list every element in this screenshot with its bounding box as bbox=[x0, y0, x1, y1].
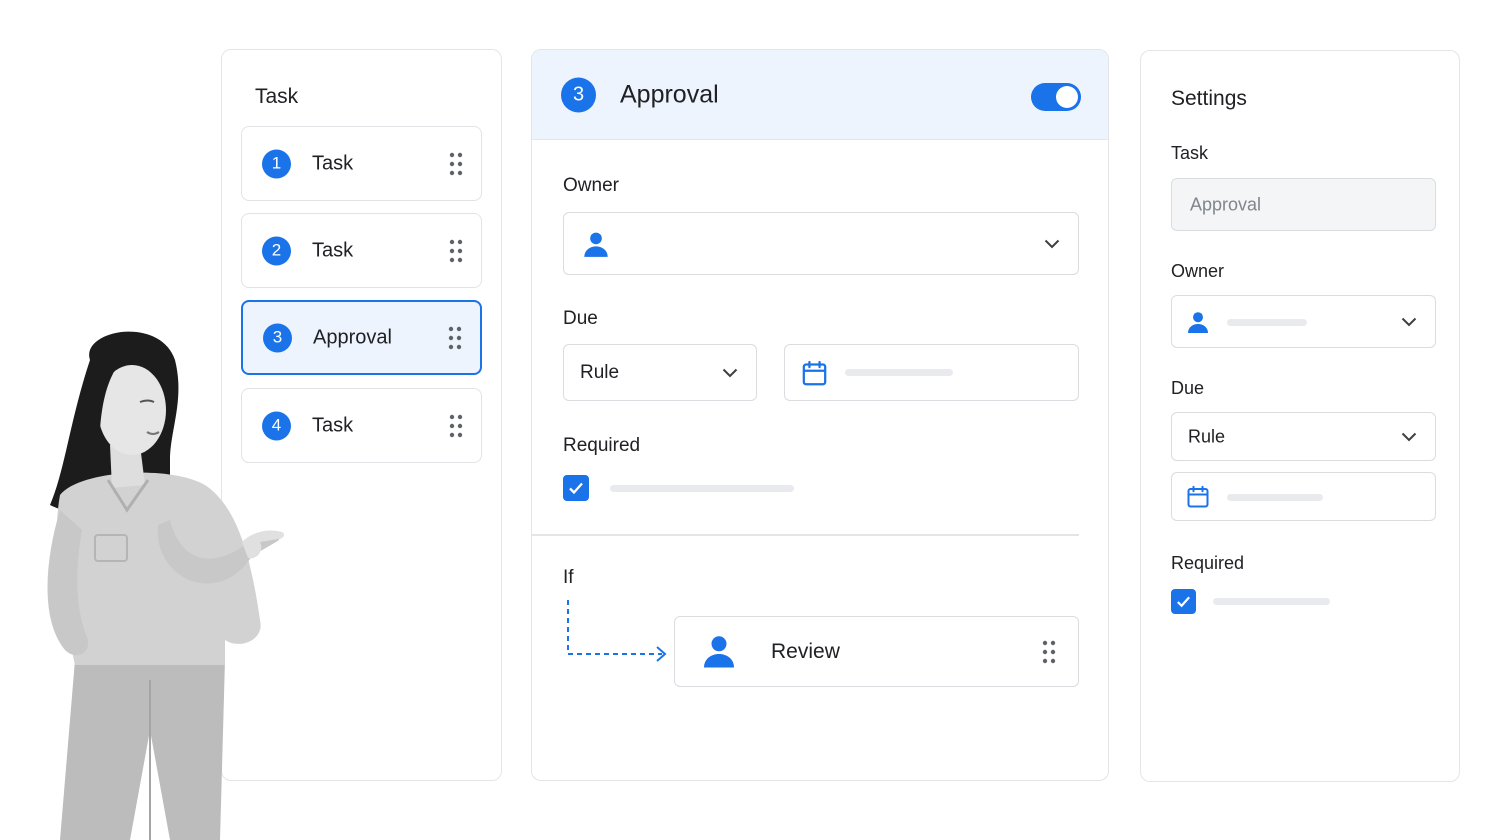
date-placeholder-bar bbox=[1227, 494, 1323, 501]
due-rule-select[interactable]: Rule bbox=[563, 344, 757, 401]
drag-handle-icon[interactable] bbox=[1042, 640, 1056, 664]
settings-title: Settings bbox=[1171, 87, 1247, 110]
task-item-label: Task bbox=[312, 152, 354, 174]
settings-required-label: Required bbox=[1171, 553, 1245, 573]
drag-handle-icon[interactable] bbox=[449, 152, 463, 176]
owner-select[interactable] bbox=[563, 212, 1079, 275]
required-placeholder-bar bbox=[610, 485, 794, 492]
settings-required-checkbox[interactable] bbox=[1171, 589, 1196, 614]
task-list-title: Task bbox=[255, 85, 299, 108]
check-icon bbox=[1177, 596, 1190, 608]
settings-due-date-input[interactable] bbox=[1171, 472, 1436, 521]
chevron-down-icon bbox=[1401, 432, 1417, 441]
due-label: Due bbox=[563, 308, 598, 329]
settings-due-rule-value: Rule bbox=[1188, 426, 1226, 446]
if-label: If bbox=[563, 567, 574, 588]
settings-task-label: Task bbox=[1171, 143, 1209, 163]
branch-target-card[interactable]: Review bbox=[674, 616, 1079, 687]
settings-panel: Settings Task Approval Owner Due Rule Re… bbox=[1140, 50, 1460, 782]
check-icon bbox=[569, 482, 583, 495]
drag-handle-icon[interactable] bbox=[449, 239, 463, 263]
person-pointing-illustration bbox=[47, 331, 285, 840]
editor-header: 3 Approval bbox=[532, 50, 1108, 140]
settings-task-input[interactable]: Approval bbox=[1171, 178, 1436, 231]
person-icon bbox=[1188, 312, 1208, 333]
branch-arrow-icon bbox=[567, 600, 667, 662]
calendar-icon bbox=[1187, 485, 1209, 508]
settings-task-value: Approval bbox=[1190, 194, 1262, 214]
task-item-label: Approval bbox=[313, 326, 392, 348]
settings-due-rule-select[interactable]: Rule bbox=[1171, 412, 1436, 461]
chevron-down-icon bbox=[722, 368, 738, 377]
due-date-input[interactable] bbox=[784, 344, 1079, 401]
step-editor-panel: 3 Approval Owner Due Rule Required If Re… bbox=[531, 49, 1109, 781]
section-divider bbox=[532, 534, 1079, 536]
editor-title: Approval bbox=[620, 80, 719, 108]
task-item-1[interactable]: 1 Task bbox=[241, 126, 482, 201]
owner-label: Owner bbox=[563, 175, 619, 196]
step-enabled-toggle[interactable] bbox=[1031, 83, 1081, 111]
required-label: Required bbox=[563, 435, 641, 456]
step-number-badge: 2 bbox=[262, 236, 291, 265]
task-item-2[interactable]: 2 Task bbox=[241, 213, 482, 288]
owner-placeholder-bar bbox=[1227, 319, 1307, 326]
task-item-label: Task bbox=[312, 239, 354, 261]
branch-target-label: Review bbox=[771, 639, 840, 663]
chevron-down-icon bbox=[1401, 317, 1417, 326]
drag-handle-icon[interactable] bbox=[448, 326, 462, 350]
date-placeholder-bar bbox=[845, 369, 953, 376]
drag-handle-icon[interactable] bbox=[449, 414, 463, 438]
settings-due-label: Due bbox=[1171, 378, 1205, 398]
step-number-badge: 3 bbox=[561, 77, 596, 112]
settings-owner-select[interactable] bbox=[1171, 295, 1436, 348]
required-checkbox[interactable] bbox=[563, 475, 589, 501]
person-icon bbox=[704, 636, 734, 668]
chevron-down-icon bbox=[1044, 239, 1060, 248]
calendar-icon bbox=[802, 360, 827, 386]
settings-owner-label: Owner bbox=[1171, 261, 1225, 281]
task-item-label: Task bbox=[312, 414, 354, 436]
required-placeholder-bar bbox=[1213, 598, 1330, 605]
due-rule-value: Rule bbox=[580, 361, 620, 383]
person-icon bbox=[584, 232, 608, 257]
step-number-badge: 1 bbox=[262, 149, 291, 178]
